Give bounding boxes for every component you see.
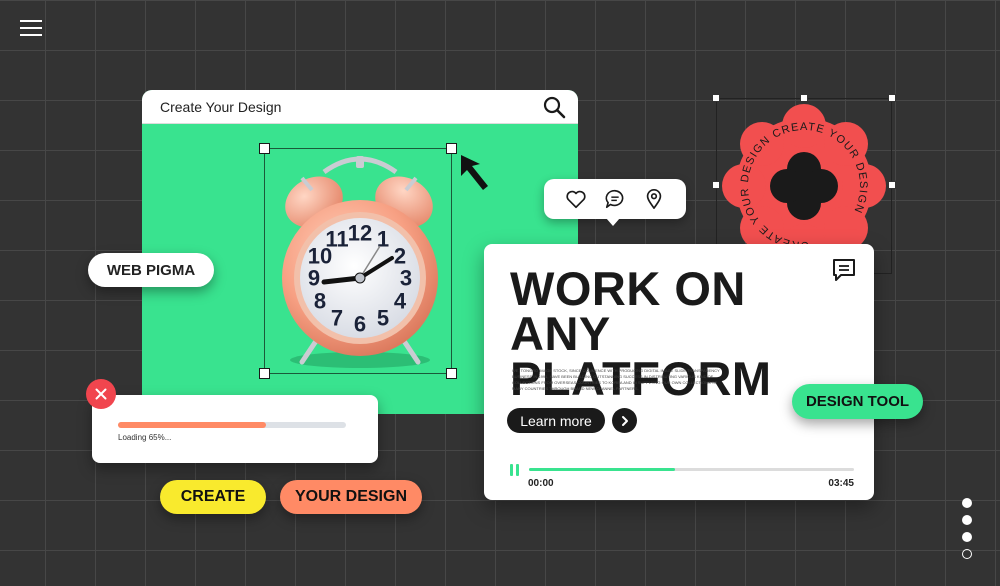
next-button[interactable]: [612, 408, 637, 433]
resize-handle[interactable]: [259, 368, 270, 379]
learn-more-button[interactable]: Learn more: [507, 408, 605, 433]
reaction-toolbar: [544, 179, 686, 226]
design-tool-pill[interactable]: DESIGN TOOL: [792, 384, 923, 419]
resize-handle[interactable]: [446, 143, 457, 154]
pagination-dots: [962, 498, 976, 566]
search-icon[interactable]: [542, 95, 566, 119]
chat-bubble-icon[interactable]: [604, 188, 626, 210]
heart-icon[interactable]: [565, 188, 587, 210]
video-duration: 03:45: [828, 478, 854, 489]
pagination-dot[interactable]: [962, 532, 972, 542]
design-window-titlebar: Create Your Design: [142, 90, 578, 124]
close-button[interactable]: [86, 379, 116, 409]
cursor-arrow-icon: [461, 155, 488, 190]
video-progress-fill: [529, 468, 676, 471]
pagination-dot[interactable]: [962, 549, 972, 559]
pause-icon[interactable]: [510, 464, 520, 476]
loading-text: Loading 65%...: [118, 433, 172, 442]
design-window-title: Create Your Design: [160, 98, 282, 115]
selection-box: [259, 143, 457, 379]
video-current-time: 00:00: [528, 478, 554, 489]
pagination-dot[interactable]: [962, 515, 972, 525]
resize-handle[interactable]: [259, 143, 270, 154]
resize-handle[interactable]: [446, 368, 457, 379]
create-pill[interactable]: CREATE: [160, 480, 266, 514]
loading-progress-fill: [118, 422, 267, 428]
chevron-right-icon: [621, 415, 628, 426]
body-text: WE, TONGRO IMAGE STOCK, SINCE COMMENCE W…: [512, 368, 720, 391]
loading-card: Loading 65%...: [92, 395, 378, 463]
hamburger-menu-icon[interactable]: [20, 20, 42, 38]
location-pin-icon[interactable]: [643, 188, 665, 210]
video-progress-bar[interactable]: [529, 468, 854, 471]
your-design-pill[interactable]: YOUR DESIGN: [280, 480, 422, 514]
web-pigma-pill[interactable]: WEB PIGMA: [88, 253, 214, 287]
pagination-dot[interactable]: [962, 498, 972, 508]
promo-card: WORK ON ANY PLATFORM WE, TONGRO IMAGE ST…: [484, 244, 874, 500]
headline-line: WORK ON: [510, 262, 746, 315]
close-icon: [95, 388, 107, 400]
loading-progress-bar: [118, 422, 346, 428]
